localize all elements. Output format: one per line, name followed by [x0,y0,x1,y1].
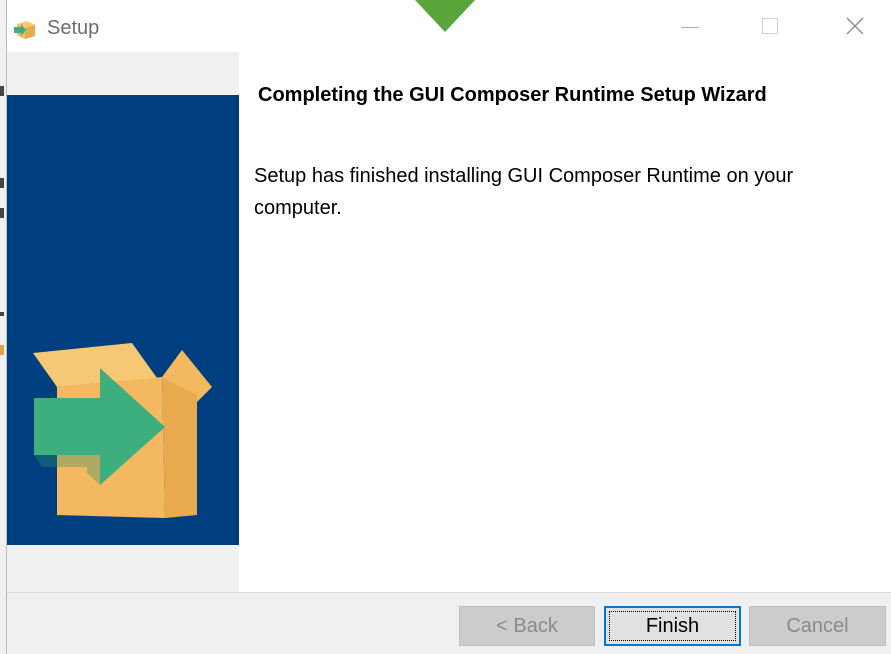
wizard-banner-image [7,95,239,545]
back-button[interactable]: < Back [459,606,595,646]
setup-app-icon [13,16,37,40]
maximize-button[interactable] [742,0,798,52]
minimize-button[interactable] [662,0,718,52]
box-side [162,377,197,518]
window-title: Setup [47,17,100,39]
background-text-fragment [0,86,4,96]
completion-message: Setup has finished installing GUI Compos… [254,165,794,219]
wizard-content: Completing the GUI Composer Runtime Setu… [239,52,891,592]
close-icon [846,17,864,35]
setup-dialog: Setup Completing the GUI Composer Runtim… [7,0,891,654]
background-text-fragment [0,178,4,188]
background-text-fragment [0,208,4,218]
background-text-fragment [0,312,4,316]
download-arrow-indicator [415,0,475,32]
maximize-icon [762,18,778,34]
close-button[interactable] [827,0,883,52]
cancel-button[interactable]: Cancel [749,606,886,646]
screen: Setup Completing the GUI Composer Runtim… [0,0,891,654]
finish-button[interactable]: Finish [604,606,741,646]
background-window-edge [0,0,7,654]
button-bar: < Back Finish Cancel [7,592,891,654]
background-text-fragment [0,345,4,355]
finish-button-label: Finish [645,614,700,637]
wizard-side-panel [7,52,239,592]
minimize-icon [681,26,699,28]
page-title: Completing the GUI Composer Runtime Setu… [258,84,767,106]
